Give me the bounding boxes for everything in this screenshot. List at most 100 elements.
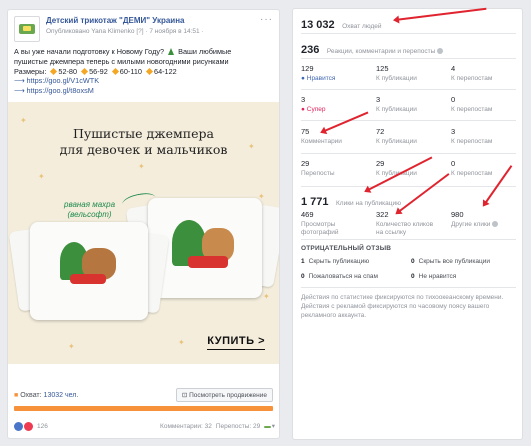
stat-label: Комментарии bbox=[301, 138, 342, 145]
reach-block: ■ Охват: 13032 чел. ⊡ Посмотреть продвиж… bbox=[8, 386, 279, 411]
post-link-1[interactable]: ⟶ https://goo.gl/V1cWTK bbox=[14, 76, 273, 86]
stat-comments: 75 Комментарии bbox=[301, 127, 361, 146]
stat-link-clicks: 322 Количество кликов на ссылку bbox=[376, 210, 436, 237]
dropdown-icon[interactable]: ▾ bbox=[272, 422, 275, 430]
neg-value: 0 bbox=[411, 273, 415, 280]
stat-value: 469 bbox=[301, 210, 314, 219]
stat-value: 3 bbox=[451, 127, 456, 136]
diamond-icon bbox=[145, 67, 154, 75]
stat-likes-post: 125 К публикации bbox=[376, 64, 436, 83]
ad-headline: Пушистые джемпера для девочек и мальчико… bbox=[8, 126, 279, 158]
diamond-icon bbox=[50, 67, 58, 75]
reach-total: 13 032 bbox=[301, 19, 335, 31]
stat-love-post: 3 К публикации bbox=[376, 95, 436, 114]
fabric-note-line-2: (вельсофт) bbox=[67, 209, 112, 219]
love-icon: ● bbox=[301, 106, 305, 113]
stat-value: 0 bbox=[451, 159, 456, 168]
stat-likes-shares: 4 К перепостам bbox=[451, 64, 511, 83]
page-avatar[interactable] bbox=[14, 16, 40, 42]
stat-label: ● Нравится bbox=[301, 75, 361, 83]
clicks-label: Клики на публикацию bbox=[335, 200, 402, 207]
stat-value: 129 bbox=[301, 64, 314, 73]
stat-label-text: Другие клики bbox=[451, 221, 491, 228]
stat-label: К перепостам bbox=[451, 138, 493, 145]
buy-label: КУПИТЬ > bbox=[207, 334, 265, 347]
divider bbox=[301, 120, 516, 121]
view-boost-button[interactable]: ⊡ Посмотреть продвижение bbox=[175, 388, 273, 402]
divider bbox=[301, 287, 516, 288]
stat-label: К перепостам bbox=[451, 106, 493, 113]
post-meta: Опубликовано Yana Klimenko [?] · 7 ноябр… bbox=[46, 28, 204, 35]
post-card: Детский трикотаж "ДЕМИ" Украина Опублико… bbox=[7, 9, 280, 439]
neg-hide-all: 0 Скрыть все публикации bbox=[411, 258, 490, 265]
divider bbox=[301, 58, 516, 59]
negative-feedback-title: ОТРИЦАТЕЛЬНЫЙ ОТЗЫВ bbox=[301, 245, 392, 252]
ad-headline-line-2: для девочек и мальчиков bbox=[59, 141, 228, 157]
stat-likes: 129 ● Нравится bbox=[301, 64, 361, 83]
post-link-2[interactable]: ⟶ https://goo.gl/t8oxsM bbox=[14, 86, 273, 96]
gift-print bbox=[70, 273, 106, 284]
more-options-icon[interactable]: ··· bbox=[260, 15, 273, 25]
view-boost-label: Посмотреть продвижение bbox=[189, 392, 267, 399]
neg-value: 0 bbox=[411, 258, 415, 265]
buy-underline bbox=[207, 348, 265, 350]
christmas-tree-icon bbox=[168, 48, 175, 55]
size-item: 56-92 bbox=[89, 66, 108, 76]
stats-panel: 13 032 Охват людей 236 Реакции, коммента… bbox=[292, 8, 523, 440]
stat-love: 3 ● Супер bbox=[301, 95, 361, 114]
info-icon[interactable] bbox=[437, 48, 444, 54]
stat-other-clicks: 980 Другие клики bbox=[451, 210, 521, 229]
neg-dislike: 0 Не нравится bbox=[411, 273, 456, 280]
comments-count[interactable]: Комментарии: 32 bbox=[160, 423, 212, 430]
stat-label: ● Супер bbox=[301, 106, 361, 114]
divider bbox=[301, 89, 516, 90]
neg-label: Пожаловаться на спам bbox=[308, 273, 378, 280]
screenshot: Детский трикотаж "ДЕМИ" Украина Опублико… bbox=[0, 0, 531, 446]
stat-value: 0 bbox=[451, 95, 456, 104]
reach-progress-bar bbox=[14, 406, 273, 411]
like-reaction-icon bbox=[14, 421, 23, 431]
timezone-note: Действия по статистике фиксируются по ти… bbox=[301, 294, 504, 319]
stat-label-text: Нравится bbox=[306, 75, 336, 82]
page-mini-icon: ▬ bbox=[264, 422, 271, 430]
post-header-text: Детский трикотаж "ДЕМИ" Украина Опублико… bbox=[46, 16, 256, 35]
neg-value: 1 bbox=[301, 258, 305, 265]
reach-value[interactable]: 13032 чел. bbox=[44, 392, 79, 399]
neg-label: Скрыть все публикации bbox=[418, 258, 490, 265]
stat-photo-views: 469 Просмотры фотографий bbox=[301, 210, 361, 237]
shares-count[interactable]: Перепосты: 29 bbox=[216, 423, 260, 430]
page-name-link[interactable]: Детский трикотаж "ДЕМИ" Украина bbox=[46, 16, 256, 25]
post-text-line-2: пушистые джемпера теперь с милыми нового… bbox=[14, 56, 229, 66]
reach-label: Охват: bbox=[20, 391, 42, 399]
divider bbox=[301, 239, 516, 240]
clicks-total: 1 771 bbox=[301, 196, 329, 208]
divider bbox=[301, 186, 516, 187]
stat-shares: 29 Перепосты bbox=[301, 159, 361, 178]
reaction-count[interactable]: 126 bbox=[37, 423, 48, 430]
boost-icon: ⊡ bbox=[181, 392, 188, 399]
neg-label: Не нравится bbox=[418, 273, 457, 280]
stat-value: 980 bbox=[451, 210, 464, 219]
buy-button[interactable]: КУПИТЬ > bbox=[207, 335, 265, 350]
reach-dot-icon: ■ bbox=[14, 391, 19, 399]
stat-value: 72 bbox=[376, 127, 385, 136]
neg-value: 0 bbox=[301, 273, 305, 280]
size-item: 60-110 bbox=[119, 66, 142, 76]
sizes-label: Размеры: bbox=[14, 66, 47, 76]
neg-spam: 0 Пожаловаться на спам bbox=[301, 273, 378, 280]
stat-value: 3 bbox=[376, 95, 381, 104]
engagement-summary: 236 Реакции, комментарии и перепосты bbox=[301, 40, 522, 58]
stat-label: К публикации bbox=[376, 106, 417, 113]
stat-comments-shares: 3 К перепостам bbox=[451, 127, 511, 146]
stat-label: Перепосты bbox=[301, 170, 335, 177]
stat-label: К публикации bbox=[376, 138, 417, 145]
reach-total-label: Охват людей bbox=[342, 23, 382, 30]
stat-label: Другие клики bbox=[451, 221, 521, 229]
ad-image[interactable]: ✦✦ ✦✦ ✦✦ ✦✦ ✦ Пушистые джемпера для дево… bbox=[8, 101, 279, 364]
stat-label: Количество кликов на ссылку bbox=[376, 221, 434, 236]
divider bbox=[301, 33, 516, 34]
info-icon[interactable] bbox=[492, 221, 499, 227]
gift-print bbox=[188, 255, 228, 268]
stat-value: 4 bbox=[451, 64, 456, 73]
neg-label: Скрыть публикацию bbox=[308, 258, 370, 265]
